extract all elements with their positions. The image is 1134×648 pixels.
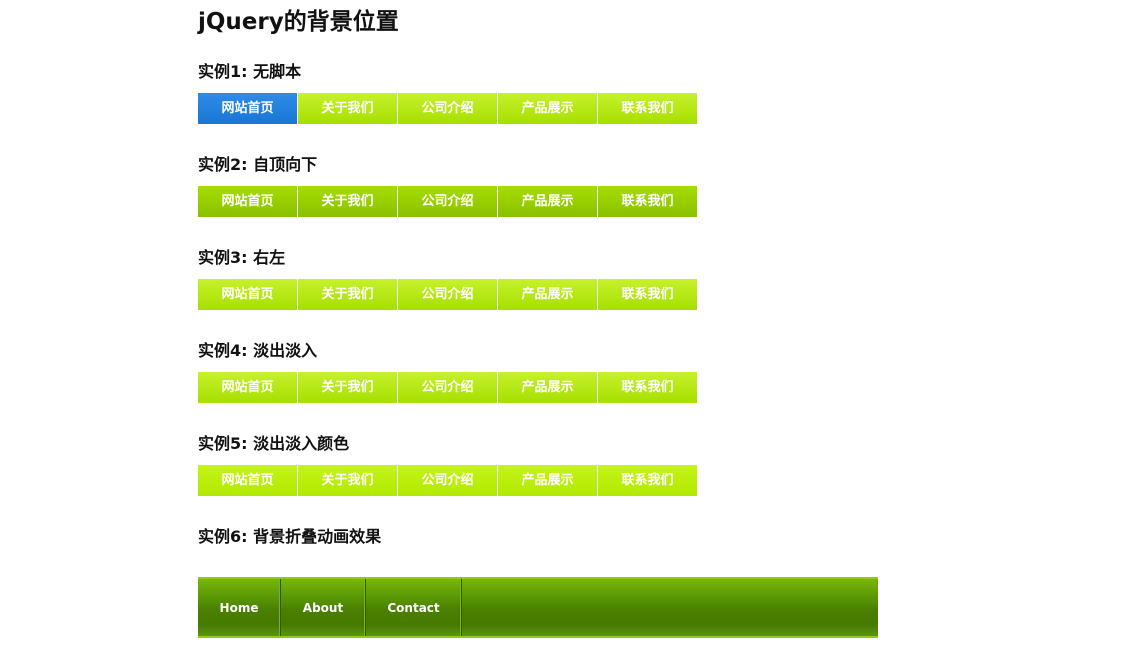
example-6-title: 实例6: 背景折叠动画效果 [198,527,382,546]
menu-item-about[interactable]: 关于我们 [298,372,398,403]
menu-item-contact[interactable]: 联系我们 [598,186,697,217]
menu-item-contact[interactable]: 联系我们 [598,465,697,496]
menu-item-contact[interactable]: 联系我们 [598,372,697,403]
menu-item-home[interactable]: 网站首页 [198,93,298,124]
nav-filler [462,579,878,636]
example-4-menu: 网站首页 关于我们 公司介绍 产品展示 联系我们 [198,372,697,403]
menu-item-products[interactable]: 产品展示 [498,465,598,496]
menu-item-company[interactable]: 公司介绍 [398,279,498,310]
nav-item-contact[interactable]: Contact [366,579,462,636]
menu-item-company[interactable]: 公司介绍 [398,93,498,124]
menu-item-home[interactable]: 网站首页 [198,279,298,310]
example-2-menu: 网站首页 关于我们 公司介绍 产品展示 联系我们 [198,186,697,217]
menu-item-about[interactable]: 关于我们 [298,279,398,310]
bottom-nav: Home About Contact [198,577,878,638]
example-4-title: 实例4: 淡出淡入 [198,341,318,360]
menu-item-about[interactable]: 关于我们 [298,186,398,217]
menu-item-products[interactable]: 产品展示 [498,93,598,124]
menu-item-products[interactable]: 产品展示 [498,372,598,403]
menu-item-home[interactable]: 网站首页 [198,186,298,217]
menu-item-products[interactable]: 产品展示 [498,279,598,310]
menu-item-about[interactable]: 关于我们 [298,465,398,496]
example-3-title: 实例3: 右左 [198,248,286,267]
page: jQuery的背景位置 实例1: 无脚本 网站首页 关于我们 公司介绍 产品展示… [0,0,1134,648]
menu-item-company[interactable]: 公司介绍 [398,372,498,403]
example-5-menu: 网站首页 关于我们 公司介绍 产品展示 联系我们 [198,465,697,496]
nav-item-home[interactable]: Home [198,579,281,636]
menu-item-company[interactable]: 公司介绍 [398,186,498,217]
menu-item-products[interactable]: 产品展示 [498,186,598,217]
example-1-title: 实例1: 无脚本 [198,62,302,81]
page-title: jQuery的背景位置 [198,9,399,35]
menu-item-contact[interactable]: 联系我们 [598,93,697,124]
menu-item-home[interactable]: 网站首页 [198,372,298,403]
example-3-menu: 网站首页 关于我们 公司介绍 产品展示 联系我们 [198,279,697,310]
menu-item-home[interactable]: 网站首页 [198,465,298,496]
menu-item-contact[interactable]: 联系我们 [598,279,697,310]
example-2-title: 实例2: 自顶向下 [198,155,318,174]
menu-item-about[interactable]: 关于我们 [298,93,398,124]
example-1-menu: 网站首页 关于我们 公司介绍 产品展示 联系我们 [198,93,697,124]
nav-item-about[interactable]: About [281,579,366,636]
example-5-title: 实例5: 淡出淡入颜色 [198,434,350,453]
menu-item-company[interactable]: 公司介绍 [398,465,498,496]
